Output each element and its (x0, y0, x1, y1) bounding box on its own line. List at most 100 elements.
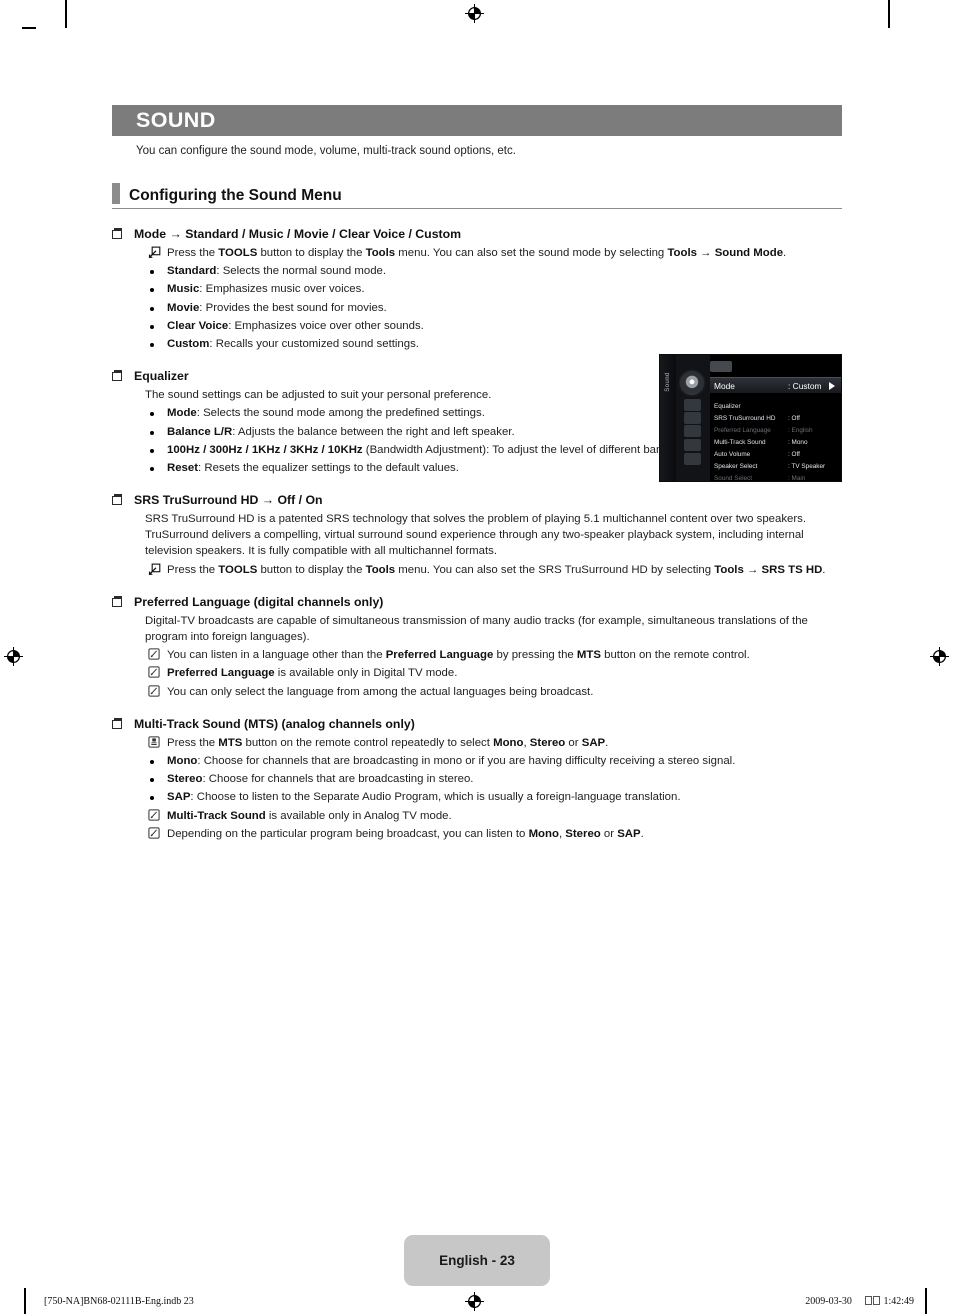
bullet-dot-icon (150, 778, 154, 783)
print-file-reference: [750-NA]BN68-02111B-Eng.indb 23 (44, 1296, 194, 1307)
list-item: Press the MTS button on the remote contr… (145, 735, 842, 751)
list-item-text: Clear Voice: Emphasizes voice over other… (167, 319, 424, 332)
tv-menu-icon-2 (684, 399, 701, 411)
remote-control-button-icon-svg (148, 736, 160, 748)
note-pencil-icon-svg (148, 666, 160, 678)
bullet-marker (145, 318, 167, 329)
bullet-marker (145, 753, 167, 764)
crop-mark-top-left-v (65, 0, 67, 28)
list-item: Press the TOOLS button to display the To… (145, 562, 842, 578)
tv-menu-rows: Mode : Custom Equalizer SRS TruSurround … (710, 355, 841, 481)
list-item: Music: Emphasizes music over voices. (145, 281, 842, 297)
tv-menu-row-name: Multi-Track Sound (714, 439, 766, 446)
note-pencil-icon (145, 826, 167, 839)
topic-preferred-language: Preferred Language (digital channels onl… (112, 595, 842, 700)
bullet-dot-icon (150, 306, 154, 311)
paragraph: Digital-TV broadcasts are capable of sim… (145, 614, 808, 643)
tv-menu-row-multi-track-sound[interactable]: Multi-Track Sound : Mono (710, 437, 841, 448)
tv-menu-row-name: SRS TruSurround HD (714, 415, 776, 422)
tv-menu-row-name: Mode (714, 380, 735, 391)
list-item: SAP: Choose to listen to the Separate Au… (145, 789, 842, 805)
tools-icon-svg (148, 563, 161, 575)
tv-menu-row-speaker-select[interactable]: Speaker Select : TV Speaker (710, 461, 841, 472)
tv-menu-icon-4 (684, 425, 701, 437)
tv-menu-sidebar-label: Sound (665, 372, 671, 392)
topic-heading: SRS TruSurround HD → Off / On (112, 493, 842, 507)
tv-menu-row-sound-select[interactable]: Sound Select : Main (710, 473, 841, 481)
topic-mode: Mode → Standard / Music / Movie / Clear … (112, 227, 842, 352)
topic-list: Mode → Standard / Music / Movie / Clear … (112, 227, 842, 842)
topic-lines: Press the TOOLS button to display the To… (145, 245, 842, 352)
topic-heading-label: Multi-Track Sound (MTS) (analog channels… (134, 716, 415, 731)
topic-lines: Digital-TV broadcasts are capable of sim… (145, 613, 842, 700)
bullet-marker (145, 789, 167, 801)
bullet-dot-icon (150, 324, 154, 329)
tv-menu-row-auto-volume[interactable]: Auto Volume : Off (710, 449, 841, 460)
bullet-dot-icon (150, 412, 154, 417)
section-body: Sound Mode : Custom Equalizer SRS TruSur… (112, 227, 842, 842)
tv-menu-row-value: : Off (788, 415, 800, 422)
registration-mark-left (4, 647, 23, 666)
list-item: Mono: Choose for channels that are broad… (145, 753, 842, 769)
note-pencil-icon-svg (148, 684, 160, 697)
page-number-label: English - 23 (439, 1253, 515, 1268)
section-heading-label: Configuring the Sound Menu (129, 186, 342, 204)
list-item-text: Stereo: Choose for channels that are bro… (167, 773, 474, 786)
list-item-text: Multi-Track Sound is available only in A… (167, 809, 452, 822)
tv-menu-icon-6 (684, 453, 701, 465)
missing-glyph-1 (864, 1296, 872, 1305)
bullet-marker (145, 424, 167, 435)
crop-mark-top-right-v (888, 0, 890, 28)
registration-mark-top (465, 4, 484, 23)
bullet-dot-icon (150, 466, 154, 471)
tv-menu-row-value: : Off (788, 451, 800, 458)
registration-mark-right (930, 647, 949, 666)
tv-menu-row-equalizer[interactable]: Equalizer (710, 401, 841, 412)
list-item-text: Preferred Language is available only in … (167, 667, 458, 680)
tv-menu-row-preferred-language[interactable]: Preferred Language : English (710, 425, 841, 436)
page-number-badge: English - 23 (404, 1235, 550, 1286)
bullet-dot-icon (150, 759, 154, 764)
note-pencil-icon (145, 808, 167, 821)
tools-icon (145, 245, 167, 259)
section-tick-mark (112, 183, 120, 204)
list-item-text: Press the MTS button on the remote contr… (167, 736, 609, 749)
topic-srs-trusurround-hd: SRS TruSurround HD → Off / On SRS TruSurr… (112, 493, 842, 578)
tv-menu-row-srs-trusurround-hd[interactable]: SRS TruSurround HD : Off (710, 413, 841, 424)
bullet-marker (145, 336, 167, 347)
checkbox-square-icon (112, 717, 122, 729)
tv-menu-row-mode[interactable]: Mode : Custom (710, 377, 841, 394)
list-item: Multi-Track Sound is available only in A… (145, 808, 842, 824)
list-item: Depending on the particular program bein… (145, 826, 842, 842)
list-item: You can only select the language from am… (145, 684, 842, 700)
tv-menu-icon-5 (684, 439, 701, 451)
bullet-dot-icon (150, 448, 154, 453)
note-pencil-icon-svg (148, 827, 160, 839)
tv-menu-row-value: : English (788, 427, 813, 434)
bullet-marker (145, 460, 167, 471)
checkbox-square-icon (112, 595, 122, 607)
tools-icon-svg (148, 246, 161, 259)
tools-icon (145, 562, 167, 576)
topic-lines: Press the MTS button on the remote contr… (145, 735, 842, 842)
list-item-text: Custom: Recalls your customized sound se… (167, 337, 419, 350)
list-item-text: Press the TOOLS button to display the To… (167, 247, 787, 259)
list-item-text: Movie: Provides the best sound for movie… (167, 301, 387, 314)
print-footer: [750-NA]BN68-02111B-Eng.indb 23 2009-03-… (0, 1296, 954, 1312)
remote-control-button-icon (145, 735, 167, 748)
manual-page: SOUND You can configure the sound mode, … (0, 0, 954, 1315)
bullet-marker (145, 405, 167, 417)
list-item: Preferred Language is available only in … (145, 665, 842, 681)
note-pencil-icon-svg (148, 648, 160, 660)
tv-menu-row-value: : Custom (788, 380, 822, 391)
paragraph: SRS TruSurround HD is a patented SRS tec… (145, 513, 807, 558)
list-item: Clear Voice: Emphasizes voice over other… (145, 318, 842, 334)
tv-sound-menu-screenshot: Sound Mode : Custom Equalizer SRS TruSur… (659, 354, 842, 482)
topic-heading-label: SRS TruSurround HD → Off / On (134, 493, 323, 508)
tv-menu-icon-3 (684, 412, 701, 424)
note-pencil-icon (145, 684, 167, 697)
list-item: Movie: Provides the best sound for movie… (145, 300, 842, 316)
bullet-marker (145, 281, 167, 293)
list-item-text: Depending on the particular program bein… (167, 827, 644, 840)
page-title: SOUND (136, 108, 216, 132)
